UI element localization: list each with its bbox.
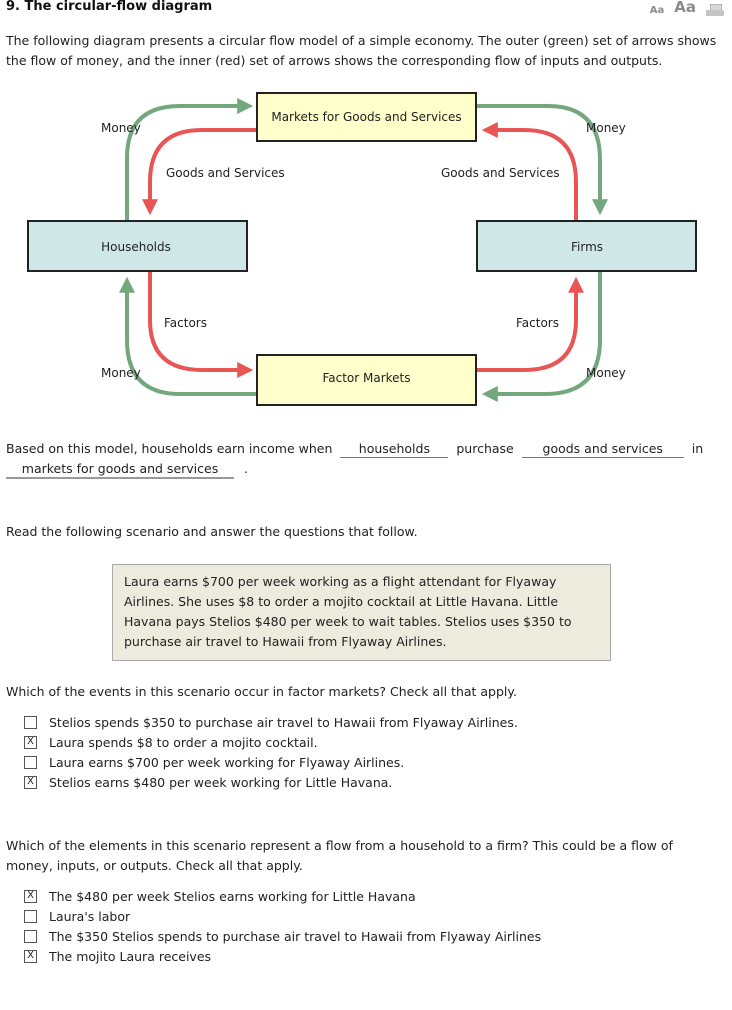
fill-in-suffix: in (691, 441, 704, 456)
question-title: 9. The circular-flow diagram (6, 0, 213, 14)
option-label: The mojito Laura receives (49, 948, 212, 964)
checkbox[interactable]: X (24, 735, 37, 749)
checkbox[interactable]: X (24, 889, 37, 903)
money-arrow-factor-market-to-households (119, 276, 256, 396)
factor-market-label: Factor Markets (322, 371, 410, 385)
option-label: The $480 per week Stelios earns working … (49, 888, 416, 904)
q1-option[interactable]: Laura earns $700 per week working for Fl… (24, 752, 518, 772)
question-2-prompt: Which of the elements in this scenario r… (6, 838, 673, 873)
fill-in-sentence: Based on this model, households earn inc… (6, 439, 722, 479)
money-arrow-households-to-goods-market (125, 98, 254, 222)
toolbar: Aa Aa (650, 0, 724, 16)
firms-label: Firms (571, 240, 603, 254)
question-1-options: Stelios spends $350 to purchase air trav… (24, 712, 518, 792)
checkbox[interactable] (24, 715, 37, 729)
checkbox[interactable]: X (24, 949, 37, 963)
q1-option[interactable]: X Laura spends $8 to order a mojito cockt… (24, 732, 518, 752)
increase-font-button[interactable]: Aa (674, 0, 696, 16)
option-label: Laura earns $700 per week working for Fl… (49, 754, 405, 770)
money-label-top-left: Money (101, 121, 141, 135)
question-2-options: X The $480 per week Stelios earns working… (24, 886, 541, 966)
goods-label-left: Goods and Services (166, 166, 285, 180)
option-label: Laura spends $8 to order a mojito cockta… (49, 734, 318, 750)
goods-label-right: Goods and Services (441, 166, 560, 180)
option-label: Stelios earns $480 per week working for … (49, 774, 393, 790)
question-1-prompt: Which of the events in this scenario occ… (6, 684, 517, 699)
households-label: Households (101, 240, 171, 254)
checkbox[interactable] (24, 929, 37, 943)
scenario-box: Laura earns $700 per week working as a f… (112, 564, 611, 661)
decrease-font-button[interactable]: Aa (650, 5, 665, 16)
q2-option[interactable]: Laura's labor (24, 906, 541, 926)
checkbox[interactable]: X (24, 775, 37, 789)
factors-label-right: Factors (516, 316, 559, 330)
fill-in-middle: purchase (456, 441, 514, 456)
blank-1-dropdown[interactable]: households (340, 441, 449, 458)
q2-option[interactable]: X The mojito Laura receives (24, 946, 541, 966)
option-label: The $350 Stelios spends to purchase air … (49, 928, 542, 944)
money-label-bottom-left: Money (101, 366, 141, 380)
fill-in-end: . (243, 461, 248, 476)
checkbox[interactable] (24, 909, 37, 923)
option-label: Stelios spends $350 to purchase air trav… (49, 714, 518, 730)
goods-market-label: Markets for Goods and Services (271, 110, 461, 124)
money-label-top-right: Money (586, 121, 626, 135)
money-label-bottom-right: Money (586, 366, 626, 380)
fill-in-prefix: Based on this model, households earn inc… (6, 441, 333, 456)
scenario-intro: Read the following scenario and answer t… (6, 524, 418, 539)
q2-option[interactable]: X The $480 per week Stelios earns working… (24, 886, 541, 906)
money-arrow-firms-to-factor-market (481, 272, 602, 402)
blank-2-dropdown[interactable]: goods and services (521, 441, 684, 458)
option-label: Laura's labor (49, 908, 131, 924)
money-arrow-goods-market-to-firms (477, 104, 608, 216)
checkbox[interactable] (24, 755, 37, 769)
q2-option[interactable]: The $350 Stelios spends to purchase air … (24, 926, 541, 946)
printer-icon[interactable] (706, 4, 724, 16)
q1-option[interactable]: X Stelios earns $480 per week working for… (24, 772, 518, 792)
circular-flow-diagram: Markets for Goods and Services Factor Ma… (27, 92, 697, 406)
q1-option[interactable]: Stelios spends $350 to purchase air trav… (24, 712, 518, 732)
intro-text: The following diagram presents a circula… (6, 33, 717, 68)
blank-3-dropdown[interactable]: markets for goods and services (6, 461, 234, 479)
factors-label-left: Factors (164, 316, 207, 330)
